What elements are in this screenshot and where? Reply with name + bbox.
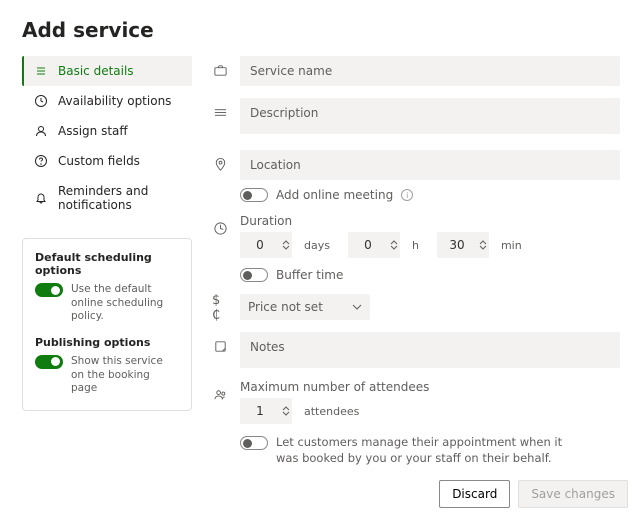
sidebar: Basic details Availability options Assig… — [22, 56, 192, 478]
description-input[interactable] — [240, 98, 620, 134]
location-input[interactable] — [240, 150, 620, 180]
page-title: Add service — [22, 18, 620, 42]
notes-input[interactable]: Notes — [240, 332, 620, 368]
people-icon — [212, 386, 228, 402]
duration-minutes-stepper[interactable] — [437, 232, 489, 258]
scheduling-heading: Default scheduling options — [35, 251, 179, 277]
publishing-desc: Show this service on the booking page — [71, 355, 179, 396]
publishing-heading: Publishing options — [35, 336, 179, 349]
toggle-buffer-time[interactable] — [240, 268, 268, 282]
sidebar-item-label: Basic details — [58, 64, 134, 78]
service-name-input[interactable] — [240, 56, 620, 86]
toggle-publishing[interactable] — [35, 355, 63, 369]
stepper-arrows[interactable] — [477, 232, 489, 258]
chevron-down-icon — [352, 304, 362, 310]
sidebar-item-label: Reminders and notifications — [58, 184, 182, 212]
price-icon: $₵ — [212, 300, 228, 316]
footer: Discard Save changes — [439, 480, 628, 508]
stepper-arrows[interactable] — [280, 232, 292, 258]
sidebar-item-availability[interactable]: Availability options — [22, 86, 192, 116]
duration-days-input[interactable] — [240, 232, 280, 258]
stepper-arrows[interactable] — [280, 398, 292, 424]
scheduling-desc: Use the default online scheduling policy… — [71, 283, 179, 324]
list-icon — [34, 64, 48, 78]
text-icon — [212, 104, 228, 120]
question-icon — [34, 154, 48, 168]
attendees-stepper[interactable] — [240, 398, 292, 424]
sidebar-options-card: Default scheduling options Use the defau… — [22, 238, 192, 411]
price-value: Price not set — [248, 300, 323, 314]
customer-manage-label: Let customers manage their appointment w… — [276, 434, 576, 466]
hours-unit: h — [412, 239, 419, 252]
attendees-unit: attendees — [304, 405, 359, 418]
save-button[interactable]: Save changes — [518, 480, 628, 508]
sidebar-item-assign-staff[interactable]: Assign staff — [22, 116, 192, 146]
sidebar-item-label: Assign staff — [58, 124, 128, 138]
stepper-arrows[interactable] — [388, 232, 400, 258]
buffer-label: Buffer time — [276, 268, 343, 282]
price-select[interactable]: Price not set — [240, 294, 370, 320]
sidebar-item-custom-fields[interactable]: Custom fields — [22, 146, 192, 176]
person-icon — [34, 124, 48, 138]
sidebar-item-label: Availability options — [58, 94, 171, 108]
duration-days-stepper[interactable] — [240, 232, 292, 258]
toggle-default-scheduling[interactable] — [35, 283, 63, 297]
sidebar-item-basic-details[interactable]: Basic details — [22, 56, 192, 86]
toggle-customer-manage[interactable] — [240, 436, 268, 450]
clock-icon — [212, 220, 228, 236]
duration-minutes-input[interactable] — [437, 232, 477, 258]
online-meeting-label: Add online meeting — [276, 188, 393, 202]
attendees-input[interactable] — [240, 398, 280, 424]
duration-hours-stepper[interactable] — [348, 232, 400, 258]
form-area: Add online meeting i Duration — [212, 56, 620, 478]
briefcase-icon — [212, 62, 228, 78]
attendees-label: Maximum number of attendees — [240, 380, 620, 394]
days-unit: days — [304, 239, 330, 252]
minutes-unit: min — [501, 239, 522, 252]
duration-label: Duration — [240, 214, 620, 228]
sidebar-item-label: Custom fields — [58, 154, 140, 168]
duration-hours-input[interactable] — [348, 232, 388, 258]
discard-button[interactable]: Discard — [439, 480, 510, 508]
info-icon[interactable]: i — [401, 189, 413, 201]
toggle-online-meeting[interactable] — [240, 188, 268, 202]
bell-icon — [34, 191, 48, 205]
note-icon — [212, 338, 228, 354]
sidebar-item-reminders[interactable]: Reminders and notifications — [22, 176, 192, 220]
clock-icon — [34, 94, 48, 108]
location-icon — [212, 156, 228, 172]
